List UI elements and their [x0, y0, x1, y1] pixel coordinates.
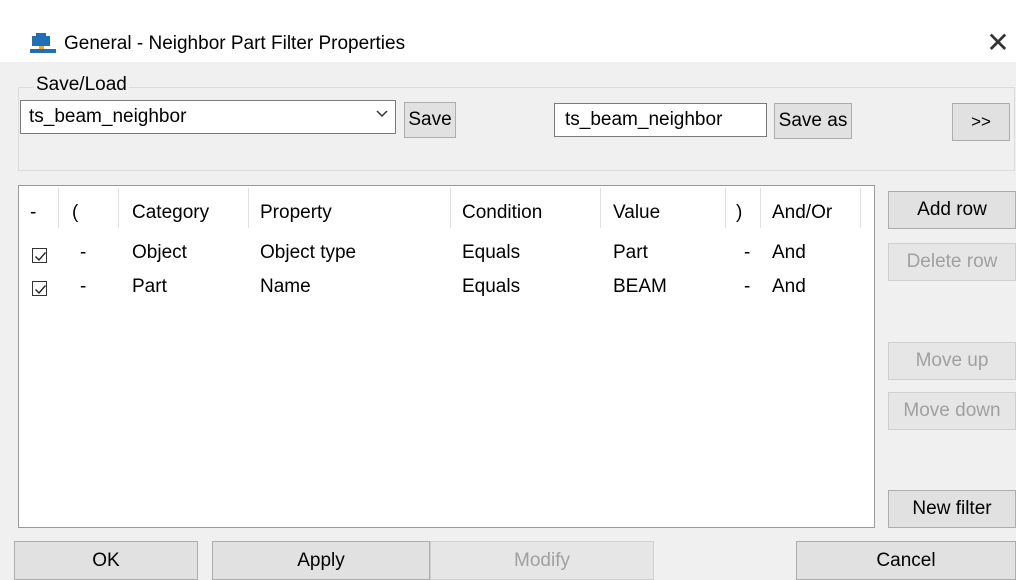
column-separator — [600, 188, 601, 228]
saveload-label: Save/Load — [34, 74, 129, 96]
header-property[interactable]: Property — [260, 202, 332, 224]
expand-button[interactable]: >> — [952, 103, 1010, 141]
ok-button[interactable]: OK — [14, 541, 198, 580]
column-separator — [118, 188, 119, 228]
row-1-condition[interactable]: Equals — [462, 242, 520, 264]
header-value[interactable]: Value — [613, 202, 660, 224]
window-title: General - Neighbor Part Filter Propertie… — [64, 33, 406, 54]
checkmark-icon — [35, 252, 47, 262]
column-separator — [860, 188, 861, 228]
column-separator — [58, 188, 59, 228]
close-icon[interactable]: ✕ — [982, 26, 1014, 60]
row-2-value[interactable]: BEAM — [613, 276, 667, 298]
row-1-close-paren[interactable]: - — [744, 242, 750, 264]
checkmark-icon — [35, 285, 47, 295]
column-separator — [760, 188, 761, 228]
saveas-field[interactable]: ts_beam_neighbor — [554, 103, 767, 137]
row-2-category[interactable]: Part — [132, 276, 167, 298]
save-button[interactable]: Save — [404, 102, 456, 138]
column-separator — [725, 188, 726, 228]
header-category[interactable]: Category — [132, 202, 209, 224]
move-up-button[interactable]: Move up — [888, 342, 1016, 380]
chevron-down-icon — [376, 110, 388, 118]
header-close-paren[interactable]: ) — [736, 202, 742, 224]
row-2-open-paren[interactable]: - — [80, 276, 86, 298]
row-2-close-paren[interactable]: - — [744, 276, 750, 298]
cancel-button[interactable]: Cancel — [796, 541, 1016, 580]
row-1-open-paren[interactable]: - — [80, 242, 86, 264]
move-down-button[interactable]: Move down — [888, 392, 1016, 430]
row-1-property[interactable]: Object type — [260, 242, 356, 264]
column-separator — [248, 188, 249, 228]
saveload-dropdown[interactable]: ts_beam_neighbor — [20, 100, 396, 134]
saveload-selected: ts_beam_neighbor — [29, 106, 187, 127]
modify-button[interactable]: Modify — [430, 541, 654, 580]
row-2-condition[interactable]: Equals — [462, 276, 520, 298]
header-andor[interactable]: And/Or — [772, 202, 832, 224]
saveas-button[interactable]: Save as — [774, 103, 852, 139]
new-filter-button[interactable]: New filter — [888, 490, 1016, 528]
row-1-andor[interactable]: And — [772, 242, 806, 264]
header-condition[interactable]: Condition — [462, 202, 542, 224]
header-open-paren[interactable]: ( — [72, 202, 78, 224]
row-2-andor[interactable]: And — [772, 276, 806, 298]
app-icon — [30, 33, 56, 53]
row-2-property[interactable]: Name — [260, 276, 311, 298]
delete-row-button[interactable]: Delete row — [888, 243, 1016, 281]
add-row-button[interactable]: Add row — [888, 191, 1016, 229]
row-1-value[interactable]: Part — [613, 242, 648, 264]
saveas-value: ts_beam_neighbor — [565, 109, 723, 130]
filter-table[interactable] — [18, 185, 875, 528]
row-1-category[interactable]: Object — [132, 242, 187, 264]
column-separator — [450, 188, 451, 228]
row-2-checkbox[interactable] — [32, 281, 47, 296]
header-check[interactable]: - — [30, 202, 36, 224]
apply-button[interactable]: Apply — [212, 541, 430, 580]
row-1-checkbox[interactable] — [32, 248, 47, 263]
